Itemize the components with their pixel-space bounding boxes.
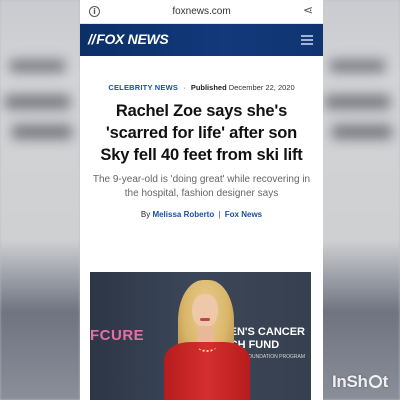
meta-separator: ·: [183, 83, 186, 92]
byline-separator: |: [218, 210, 221, 219]
logo-text: FOX NEWS: [96, 31, 169, 47]
blurred-background-left: [0, 0, 80, 400]
byline: By Melissa Roberto | Fox News: [90, 210, 313, 219]
published-label: Published: [190, 83, 227, 92]
browser-url-bar[interactable]: i foxnews.com ⋖: [80, 0, 323, 24]
author-link[interactable]: Melissa Roberto: [152, 210, 214, 219]
phone-screen: i foxnews.com ⋖ //FOX NEWS CELEBRITY NEW…: [80, 0, 323, 400]
share-icon[interactable]: ⋖: [303, 3, 313, 17]
person-necklace: [198, 342, 216, 352]
person-lips: [200, 318, 210, 321]
article-headline: Rachel Zoe says she's 'scarred for life'…: [100, 102, 303, 164]
article-subheadline: The 9-year-old is 'doing great' while re…: [92, 174, 311, 199]
outlet-link[interactable]: Fox News: [225, 210, 262, 219]
backdrop-left-text: FCURE: [90, 327, 145, 344]
byline-prefix: By: [140, 210, 151, 219]
site-header: //FOX NEWS: [80, 24, 323, 56]
backdrop-right-line1: EN'S CANCER: [229, 326, 305, 338]
watermark-o-icon: [368, 375, 382, 388]
person-face: [192, 294, 218, 328]
blurred-background-right: [320, 0, 400, 400]
url-text[interactable]: foxnews.com: [80, 6, 323, 17]
fox-logo-mark-icon: //: [88, 31, 96, 47]
watermark-text-end: t: [382, 372, 389, 391]
article: CELEBRITY NEWS · Published December 22, …: [80, 83, 323, 219]
watermark-text-start: InSh: [331, 372, 368, 391]
fox-news-logo[interactable]: //FOX NEWS: [88, 31, 169, 47]
article-photo[interactable]: FCURE EN'S CANCER CH FUND FOUNDATION PRO…: [90, 272, 311, 400]
article-meta: CELEBRITY NEWS · Published December 22, …: [90, 83, 313, 92]
backdrop-small-text: FOUNDATION PROGRAM: [245, 354, 305, 360]
inshot-watermark: InSh t: [332, 372, 388, 392]
published-date: December 22, 2020: [228, 83, 295, 92]
menu-icon[interactable]: [301, 35, 313, 45]
category-link[interactable]: CELEBRITY NEWS: [108, 83, 178, 92]
